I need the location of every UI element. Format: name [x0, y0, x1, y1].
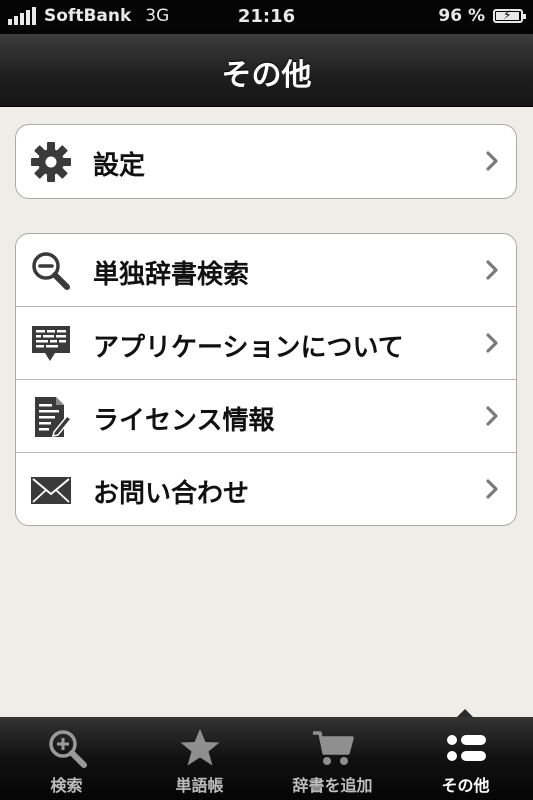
menu-item-label: 単独辞書検索: [93, 260, 250, 290]
menu-item-label: アプリケーションについて: [93, 333, 404, 363]
tab-label: 検索: [50, 776, 83, 795]
chevron-right-icon: [486, 406, 498, 426]
chevron-right-icon: [486, 479, 498, 499]
zoom-out-icon: [32, 252, 70, 290]
page-title: その他: [221, 58, 312, 93]
menu-item-settings[interactable]: 設定: [16, 125, 516, 198]
menu-item-label: 設定: [93, 151, 146, 181]
more-list-icon: [447, 735, 486, 761]
tab-search[interactable]: 検索: [0, 717, 133, 800]
battery-icon: ⚡: [493, 8, 526, 23]
menu-item-license-info[interactable]: ライセンス情報: [16, 380, 516, 453]
active-tab-indicator: [457, 709, 473, 717]
info-group: 単独辞書検索 アプリケーションについて ライセンス情報 お問い合わせ: [15, 233, 517, 526]
menu-item-about-application[interactable]: アプリケーションについて: [16, 307, 516, 380]
tab-label: 単語帳: [175, 776, 224, 795]
tab-label: 辞書を追加: [292, 776, 373, 795]
cart-icon: [313, 731, 354, 765]
menu-item-label: ライセンス情報: [93, 406, 275, 436]
chevron-right-icon: [486, 333, 498, 353]
tab-more[interactable]: その他: [399, 717, 532, 800]
navigation-bar: その他: [0, 34, 533, 107]
tab-bar: 検索 単語帳 辞書を追加 その他: [0, 717, 533, 800]
menu-item-contact[interactable]: お問い合わせ: [16, 453, 516, 525]
tab-wordbook[interactable]: 単語帳: [133, 717, 266, 800]
speech-bubble-icon: [32, 326, 70, 361]
envelope-icon: [31, 477, 71, 504]
content-area: 設定 単独辞書検索 アプリケーションについて ライセンス情報 お問い合わせ: [0, 107, 533, 717]
tab-add-dictionary[interactable]: 辞書を追加: [266, 717, 399, 800]
settings-group: 設定: [15, 124, 517, 199]
battery-percent: 96 %: [438, 6, 485, 26]
star-icon: [180, 729, 220, 766]
chevron-right-icon: [486, 260, 498, 280]
status-right: 96 % ⚡: [438, 6, 526, 26]
menu-item-label: お問い合わせ: [93, 479, 250, 509]
chevron-right-icon: [486, 151, 498, 171]
search-plus-icon: [49, 730, 87, 768]
gear-icon: [31, 142, 71, 182]
document-edit-icon: [35, 397, 72, 437]
tab-label: その他: [441, 776, 490, 795]
status-bar: SoftBank 3G 21:16 96 % ⚡: [0, 0, 533, 34]
menu-item-standalone-dictionary-search[interactable]: 単独辞書検索: [16, 234, 516, 307]
